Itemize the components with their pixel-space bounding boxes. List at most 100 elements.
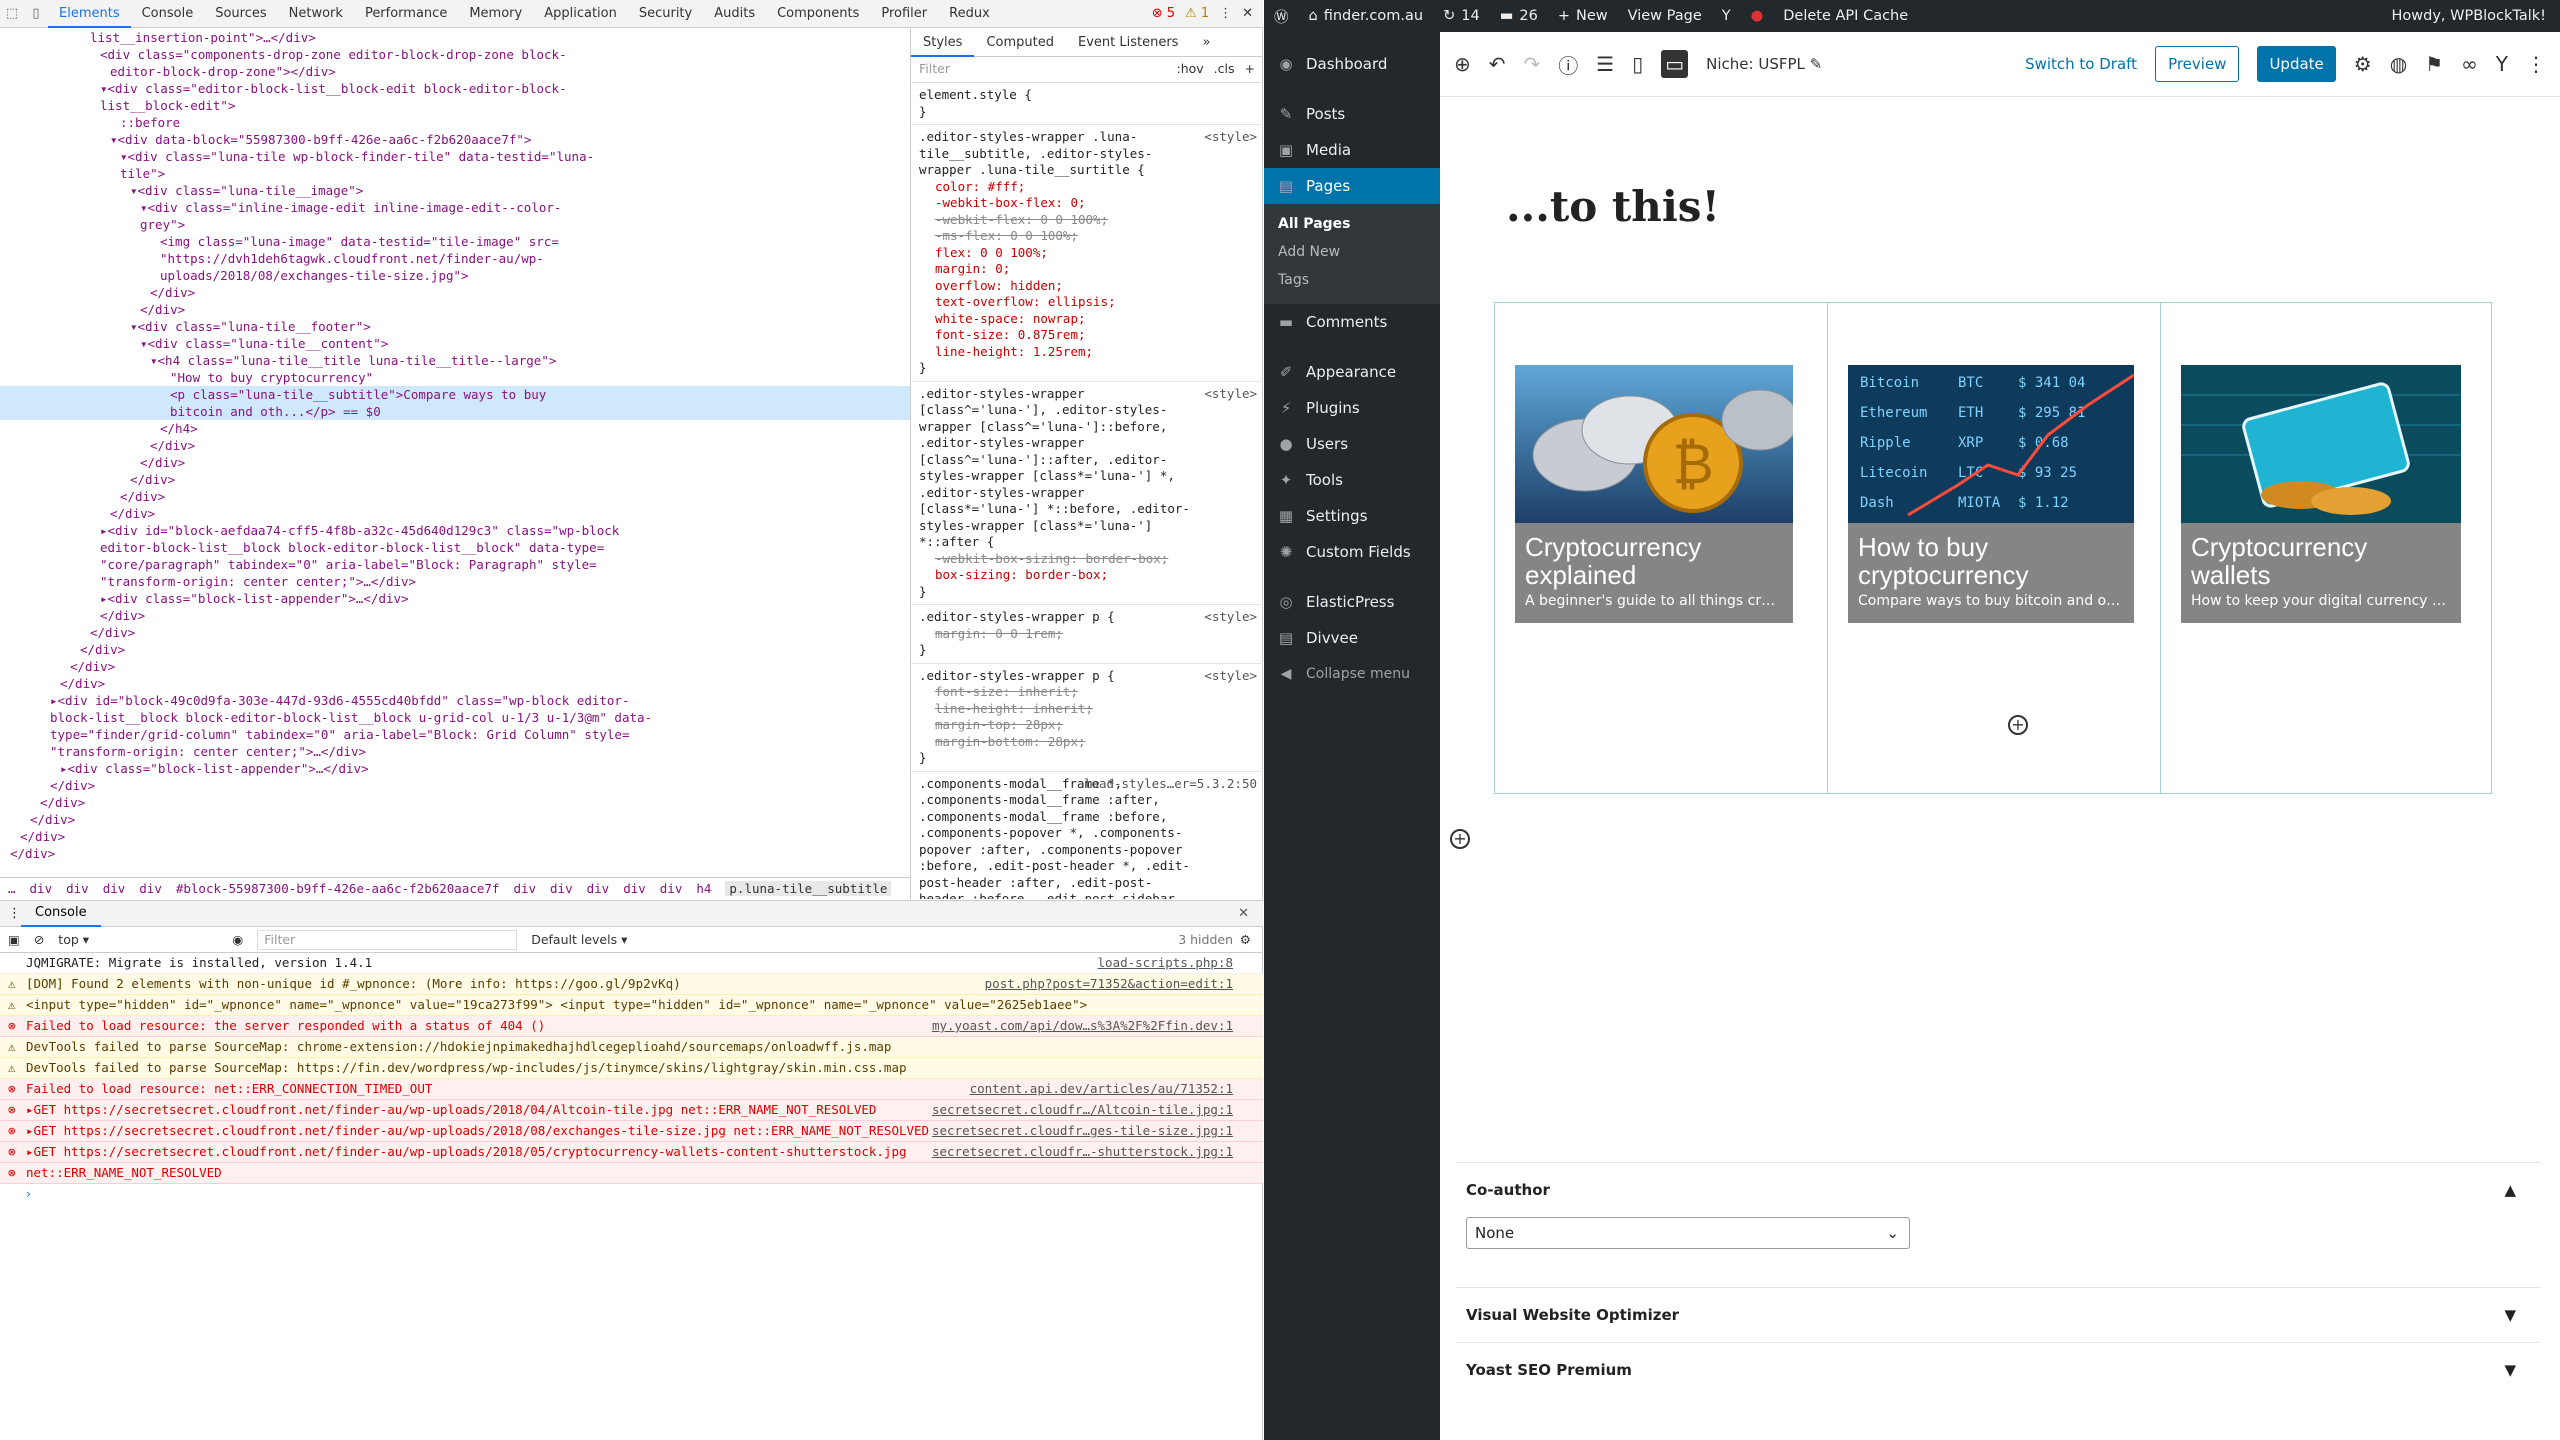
css-property[interactable]: -webkit-box-sizing: border-box; <box>919 551 1255 568</box>
console-message[interactable]: ⚠ [DOM] Found 2 elements with non-unique … <box>0 974 1263 995</box>
sidebar-item-divvee[interactable]: ▤ Divvee <box>1264 620 1440 656</box>
tile-subtitle[interactable]: A beginner's guide to all things crypto <box>1515 589 1793 623</box>
css-property[interactable]: font-size: 0.875rem; <box>919 327 1255 344</box>
coauthor-metabox-header[interactable]: Co-author ▲ <box>1456 1162 2540 1217</box>
tile-card[interactable]: ₿ Cryptocurrency explained A beginner's … <box>1515 365 1793 623</box>
breadcrumb-item[interactable]: div <box>587 881 610 896</box>
view-page-link[interactable]: View Page <box>1618 8 1712 24</box>
dom-node-line[interactable]: <div class="components-drop-zone editor-… <box>0 46 910 63</box>
console-message[interactable]: ⊗ Failed to load resource: the server res… <box>0 1016 1263 1037</box>
desktop-preview-icon[interactable]: ▭ <box>1661 50 1689 78</box>
add-rule-icon[interactable]: + <box>1245 61 1255 78</box>
wp-logo-icon[interactable]: Ⓦ <box>1264 6 1299 27</box>
console-prompt[interactable]: › <box>0 1184 1263 1204</box>
style-rule[interactable]: .components-modal__frame *, .components-… <box>911 772 1263 900</box>
dom-node-line[interactable]: </div> <box>0 437 910 454</box>
console-message[interactable]: ⊗ Failed to load resource: net::ERR_CONNE… <box>0 1079 1263 1100</box>
device-toggle-icon[interactable]: ▯ <box>24 6 48 21</box>
sidebar-item-elasticpress[interactable]: ◎ ElasticPress <box>1264 584 1440 620</box>
dom-node-line[interactable]: ▸<div class="block-list-appender">…</div… <box>0 760 910 777</box>
preview-button[interactable]: Preview <box>2155 46 2240 82</box>
tile-title[interactable]: How to buy cryptocurrency <box>1848 523 2134 589</box>
sidebar-item-comments[interactable]: ▬ Comments <box>1264 304 1440 340</box>
dom-node-line[interactable]: bitcoin and oth...</p> == $0 <box>0 403 910 420</box>
dom-node-line[interactable]: </div> <box>0 641 910 658</box>
console-message[interactable]: ⊗ ▸GET https://secretsecret.cloudfront.ne… <box>0 1100 1263 1121</box>
devtools-tab-components[interactable]: Components <box>766 0 870 28</box>
warning-count-badge[interactable]: ⚠ 1 <box>1185 6 1209 21</box>
styles-tab[interactable]: » <box>1190 29 1222 57</box>
rule-selector[interactable]: element.style { <box>919 87 1255 104</box>
dom-node-line[interactable]: "transform-origin: center center;">…</di… <box>0 573 910 590</box>
style-rule[interactable]: .editor-styles-wrapper p {<style> margin:… <box>911 605 1263 664</box>
tile-subtitle[interactable]: How to keep your digital currency safe <box>2181 589 2461 623</box>
sidebar-item-pages[interactable]: ▤ Pages <box>1264 168 1440 204</box>
dom-node-line[interactable]: </div> <box>0 284 910 301</box>
submenu-item-all-pages[interactable]: All Pages <box>1264 210 1440 238</box>
devtools-tab-application[interactable]: Application <box>533 0 628 28</box>
breadcrumb-item[interactable]: div <box>660 881 683 896</box>
rule-source-link[interactable]: <style> <box>1204 609 1257 626</box>
style-rule[interactable]: .editor-styles-wrapper p {<style> font-si… <box>911 664 1263 772</box>
css-property[interactable]: text-overflow: ellipsis; <box>919 294 1255 311</box>
globe-icon[interactable]: ◍ <box>2390 52 2407 76</box>
sidebar-item-custom-fields[interactable]: ✺ Custom Fields <box>1264 534 1440 570</box>
site-name-link[interactable]: ⌂ finder.com.au <box>1299 8 1434 24</box>
hov-toggle[interactable]: :hov <box>1176 61 1203 78</box>
dom-node-line[interactable]: ▸<div class="block-list-appender">…</div… <box>0 590 910 607</box>
sidebar-item-tools[interactable]: ✦ Tools <box>1264 462 1440 498</box>
yoast-icon[interactable]: Y <box>1712 8 1741 24</box>
dom-node-line[interactable]: ▸<div id="block-49c0d9fa-303e-447d-93d6-… <box>0 692 910 709</box>
dom-node-line[interactable]: list__block-edit"> <box>0 97 910 114</box>
css-property[interactable]: box-sizing: border-box; <box>919 567 1255 584</box>
breadcrumb-item[interactable]: div <box>30 881 53 896</box>
css-property[interactable]: font-size: inherit; <box>919 684 1255 701</box>
breadcrumb-item[interactable]: div <box>550 881 573 896</box>
breadcrumb-item[interactable]: div <box>623 881 646 896</box>
css-property[interactable]: margin: 0; <box>919 261 1255 278</box>
dom-node-line[interactable]: "https://dvh1deh6tagwk.cloudfront.net/fi… <box>0 250 910 267</box>
dom-node-line[interactable]: ▾<h4 class="luna-tile__title luna-tile__… <box>0 352 910 369</box>
dom-node-line[interactable]: <img class="luna-image" data-testid="til… <box>0 233 910 250</box>
new-content-link[interactable]: + New <box>1548 8 1618 24</box>
dom-node-line[interactable]: ::before <box>0 114 910 131</box>
dom-node-line[interactable]: </div> <box>0 301 910 318</box>
rule-source-link[interactable]: <style> <box>1204 129 1257 146</box>
elements-tree[interactable]: list__insertion-point">…</div> <div class… <box>0 29 910 877</box>
styles-filter-input[interactable]: Filter <box>919 61 950 78</box>
dom-node-line[interactable]: ▾<div data-block="55987300-b9ff-426e-aa6… <box>0 131 910 148</box>
eye-icon[interactable]: ◉ <box>232 932 243 947</box>
cls-toggle[interactable]: .cls <box>1214 61 1235 78</box>
dom-node-line[interactable]: </div> <box>0 794 910 811</box>
tile-card[interactable]: Cryptocurrency wallets How to keep your … <box>2181 365 2461 623</box>
rule-source-link[interactable]: load-styles…er=5.3.2:50 <box>1084 776 1257 793</box>
sidebar-item-settings[interactable]: ▦ Settings <box>1264 498 1440 534</box>
coauthor-select[interactable]: None ⌄ <box>1466 1217 1910 1249</box>
devtools-tab-profiler[interactable]: Profiler <box>870 0 938 28</box>
devtools-tab-memory[interactable]: Memory <box>458 0 533 28</box>
breadcrumb-item[interactable]: div <box>139 881 162 896</box>
page-title[interactable]: ...to this! <box>1506 182 1720 231</box>
dom-node-line[interactable]: editor-block-drop-zone"></div> <box>0 63 910 80</box>
sidebar-item-dashboard[interactable]: ◉ Dashboard <box>1264 46 1440 82</box>
dom-node-line[interactable]: </div> <box>0 624 910 641</box>
clear-console-icon[interactable]: ⊘ <box>34 932 44 947</box>
styles-tab[interactable]: Computed <box>974 29 1066 57</box>
css-property[interactable]: line-height: inherit; <box>919 701 1255 718</box>
dom-node-line[interactable]: </div> <box>0 505 910 522</box>
dom-node-line[interactable]: type="finder/grid-column" tabindex="0" a… <box>0 726 910 743</box>
breadcrumb-item[interactable]: div <box>513 881 536 896</box>
console-source-link[interactable]: secretsecret.cloudfr…/Altcoin-tile.jpg:1 <box>932 1100 1233 1120</box>
grid-block[interactable]: ₿ Cryptocurrency explained A beginner's … <box>1494 302 2492 794</box>
dom-node-line[interactable]: ▾<div class="luna-tile wp-block-finder-t… <box>0 148 910 165</box>
dom-node-line[interactable]: ▾<div class="luna-tile__footer"> <box>0 318 910 335</box>
style-rule[interactable]: .editor-styles-wrapper [class^='luna-'],… <box>911 382 1263 605</box>
dom-node-line[interactable]: </div> <box>0 828 910 845</box>
console-source-link[interactable]: my.yoast.com/api/dow…s%3A%2F%2Ffin.dev:1 <box>932 1016 1233 1036</box>
collapse-menu-button[interactable]: ◀ Collapse menu <box>1264 656 1440 692</box>
devtools-tab-elements[interactable]: Elements <box>48 0 131 28</box>
info-icon[interactable]: ⓘ <box>1558 50 1578 79</box>
console-message[interactable]: ⊗ net::ERR_NAME_NOT_RESOLVED <box>0 1163 1263 1184</box>
dom-node-line[interactable]: </div> <box>0 488 910 505</box>
css-property[interactable]: overflow: hidden; <box>919 278 1255 295</box>
